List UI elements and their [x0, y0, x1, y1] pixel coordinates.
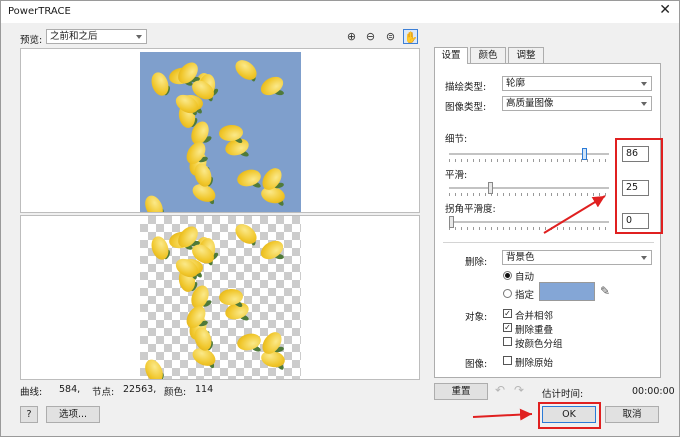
tab-settings[interactable]: 设置 [434, 47, 468, 64]
arrow-to-ok [472, 408, 533, 421]
powertrace-dialog: PowerTRACE ✕ 预览: 之前和之后 ⊕ ⊖ ⊜ ✋ 曲线: 584, … [0, 0, 680, 437]
arrow-to-values [543, 195, 606, 234]
annotation-arrows [472, 195, 606, 421]
